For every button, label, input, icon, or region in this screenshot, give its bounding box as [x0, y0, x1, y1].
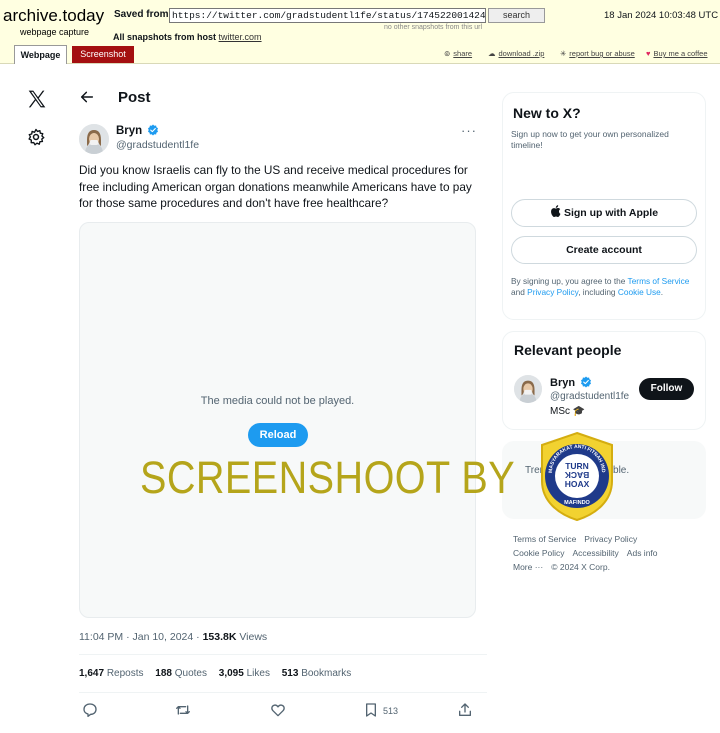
media-player[interactable]: The media could not be played. Reload	[79, 222, 476, 618]
share-link[interactable]: ⊚ share	[444, 49, 472, 58]
from-host-label: from host	[174, 32, 217, 42]
footer-privacy[interactable]: Privacy Policy	[584, 534, 637, 544]
relevant-bio: MSc 🎓	[550, 406, 586, 417]
mafindo-badge-logo: MASYARAKAT ANTI FITNAH INDONESIA TURN BA…	[538, 431, 613, 521]
signup-title: New to X?	[513, 105, 581, 121]
media-error-message: The media could not be played.	[200, 395, 355, 407]
likes-stat[interactable]: 3,095 Likes	[219, 668, 270, 679]
x-logo-icon[interactable]	[27, 89, 47, 109]
footer-links: Cookie Policy Accessibility Ads info	[513, 548, 666, 558]
tab-screenshot[interactable]: Screenshot	[72, 46, 134, 63]
footer-copyright: © 2024 X Corp.	[551, 562, 610, 572]
author-handle[interactable]: @gradstudentl1fe	[116, 139, 199, 151]
search-button[interactable]: search	[488, 8, 545, 23]
heart-icon: ♥	[646, 49, 651, 58]
relevant-name[interactable]: Bryn	[550, 376, 592, 389]
engagement-stats: 1,647 Reposts 188 Quotes 3,095 Likes 513…	[79, 668, 360, 679]
create-account-button[interactable]: Create account	[511, 236, 697, 264]
bookmarks-stat[interactable]: 513 Bookmarks	[282, 668, 351, 679]
avatar-image	[514, 375, 542, 403]
capture-timestamp: 18 Jan 2024 10:03:48 UTC	[604, 10, 719, 21]
footer-links: More ··· © 2024 X Corp.	[513, 562, 618, 572]
no-other-snapshots: no other snapshots from this url	[384, 24, 483, 31]
tweet-text: Did you know Israelis can fly to the US …	[79, 163, 472, 210]
download-icon: ☁	[488, 49, 496, 58]
footer-terms[interactable]: Terms of Service	[513, 534, 576, 544]
saved-from-label: Saved from	[114, 9, 169, 20]
tweet-time[interactable]: 11:04 PM · Jan 10, 2024	[79, 631, 193, 643]
gear-icon[interactable]	[27, 128, 45, 146]
bookmark-count: 513	[383, 706, 399, 716]
follow-button[interactable]: Follow	[639, 378, 694, 400]
divider	[79, 654, 487, 655]
footer-ads[interactable]: Ads info	[627, 548, 658, 558]
verified-badge-icon	[148, 124, 159, 136]
author-name[interactable]: Bryn	[116, 124, 159, 137]
url-input[interactable]: https://twitter.com/gradstudentl1fe/stat…	[169, 8, 486, 23]
author-name-text: Bryn	[116, 125, 143, 137]
divider	[79, 692, 487, 693]
footer-links: Terms of Service Privacy Policy	[513, 534, 645, 544]
all-snapshots: All snapshots from host twitter.com	[113, 32, 262, 42]
relevant-handle[interactable]: @gradstudentl1fe	[550, 391, 632, 402]
footer-more[interactable]: More ···	[513, 562, 543, 572]
privacy-link[interactable]: Privacy Policy	[527, 287, 578, 297]
archive-logo[interactable]: archive.today	[3, 6, 104, 26]
reply-icon[interactable]	[82, 702, 98, 718]
report-link[interactable]: ✳ report bug or abuse	[560, 49, 635, 58]
tweet-meta: 11:04 PM · Jan 10, 2024 · 153.8K Views	[79, 631, 268, 643]
views-count: 153.8K	[202, 631, 237, 643]
verified-badge-icon	[581, 376, 592, 388]
download-link[interactable]: ☁ download .zip	[488, 49, 544, 58]
back-arrow-icon[interactable]	[79, 89, 95, 105]
tab-webpage[interactable]: Webpage	[14, 45, 67, 64]
apple-icon	[550, 205, 561, 217]
badge-bottom: MAFINDO	[564, 500, 590, 506]
watermark-text: SCREENSHOOT BY	[140, 452, 516, 503]
author-avatar[interactable]	[79, 124, 109, 154]
relevant-avatar[interactable]	[514, 375, 542, 403]
repost-icon[interactable]	[175, 702, 191, 718]
reposts-stat[interactable]: 1,647 Reposts	[79, 668, 144, 679]
share-icon: ⊚	[444, 49, 451, 58]
footer-accessibility[interactable]: Accessibility	[573, 548, 619, 558]
footer-cookie[interactable]: Cookie Policy	[513, 548, 565, 558]
page-title: Post	[118, 89, 151, 106]
bug-icon: ✳	[560, 49, 567, 58]
all-snapshots-label: All snapshots	[113, 32, 173, 42]
coffee-link[interactable]: ♥ Buy me a coffee	[646, 49, 708, 58]
more-options-icon[interactable]: ···	[461, 123, 477, 138]
cookie-link[interactable]: Cookie Use	[618, 287, 661, 297]
reload-button[interactable]: Reload	[248, 423, 308, 447]
badge-line3: HOAX	[565, 479, 590, 489]
share-icon[interactable]	[457, 702, 473, 718]
signup-subtitle: Sign up now to get your own personalized…	[511, 129, 669, 150]
avatar-image	[79, 124, 109, 154]
badge-line1: TURN	[565, 461, 589, 471]
views-label: Views	[239, 631, 268, 643]
relevant-people-title: Relevant people	[514, 342, 622, 358]
terms-link[interactable]: Terms of Service	[628, 276, 690, 286]
archive-header: archive.today webpage capture Saved from…	[0, 0, 720, 64]
bookmark-icon[interactable]	[363, 702, 379, 718]
terms-note: By signing up, you agree to the Terms of…	[511, 276, 690, 297]
archive-subtitle: webpage capture	[20, 27, 90, 37]
signup-apple-button[interactable]: Sign up with Apple	[511, 199, 697, 227]
host-link[interactable]: twitter.com	[219, 32, 262, 42]
quotes-stat[interactable]: 188 Quotes	[155, 668, 207, 679]
like-icon[interactable]	[270, 702, 286, 718]
